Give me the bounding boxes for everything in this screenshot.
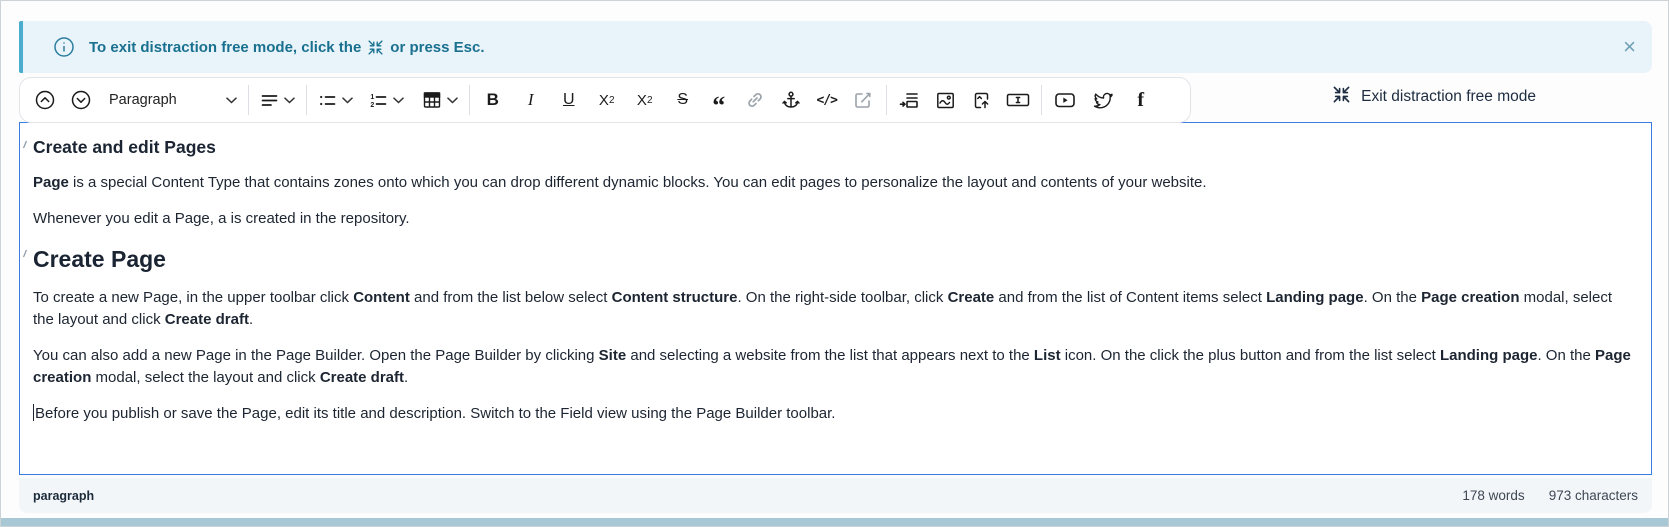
toolbar-divider [469, 85, 470, 115]
exit-hint-banner: To exit distraction free mode, click the… [19, 21, 1652, 73]
chevron-down-icon [447, 97, 458, 104]
link-icon [745, 90, 765, 110]
move-down-button[interactable] [66, 83, 96, 117]
embed-facebook-button[interactable]: f [1126, 83, 1156, 117]
italic-button[interactable]: I [516, 83, 546, 117]
align-left-icon [260, 91, 279, 110]
numbered-list-dropdown[interactable]: 1 2 [366, 83, 407, 117]
editor-paragraph[interactable]: Before you publish or save the Page, edi… [33, 403, 1633, 425]
subscript-digit: 2 [609, 95, 615, 106]
underline-button[interactable]: U [554, 83, 584, 117]
toolbar-divider [886, 85, 887, 115]
bold-button[interactable]: B [478, 83, 508, 117]
toolbar-divider [248, 85, 249, 115]
distraction-free-editor: To exit distraction free mode, click the… [0, 0, 1669, 527]
insert-block-icon [899, 90, 920, 111]
svg-text:2: 2 [370, 102, 374, 109]
insert-field-button[interactable] [1003, 83, 1033, 117]
upload-image-button[interactable] [967, 83, 997, 117]
insert-table-dropdown[interactable] [419, 83, 461, 117]
youtube-icon [1054, 90, 1076, 110]
exit-distraction-free-button[interactable]: Exit distraction free mode [1332, 85, 1536, 109]
bulleted-list-dropdown[interactable] [315, 83, 356, 117]
editor-paragraph[interactable]: You can also add a new Page in the Page … [33, 345, 1633, 389]
word-count: 178 words [1462, 488, 1524, 503]
block-quote-button[interactable]: “ [704, 83, 734, 117]
collapse-icon [1332, 85, 1351, 109]
banner-message: To exit distraction free mode, click the… [89, 39, 485, 56]
bottom-accent-strip [1, 518, 1668, 526]
info-icon [53, 36, 75, 58]
editor-heading[interactable]: Create Page [33, 246, 1633, 273]
superscript-base: X [637, 92, 647, 109]
anchor-button[interactable] [776, 83, 806, 117]
superscript-digit: 2 [647, 95, 653, 106]
insert-content-button[interactable] [895, 83, 925, 117]
character-count: 973 characters [1549, 488, 1638, 503]
chevron-down-icon [393, 97, 404, 104]
image-upload-icon [971, 90, 992, 111]
subscript-base: X [599, 92, 609, 109]
editor-paragraph[interactable]: Page is a special Content Type that cont… [33, 172, 1633, 194]
superscript-button[interactable]: X2 [630, 83, 660, 117]
anchor-icon [781, 90, 801, 110]
heading-marker [22, 140, 28, 149]
heading-marker [22, 249, 28, 258]
subscript-button[interactable]: X2 [592, 83, 622, 117]
paragraph-style-dropdown[interactable]: Paragraph [106, 83, 240, 117]
insert-image-button[interactable] [931, 83, 961, 117]
move-up-button[interactable] [30, 83, 60, 117]
chevron-down-icon [284, 97, 295, 104]
image-icon [935, 90, 956, 111]
editor-heading[interactable]: Create and edit Pages [33, 137, 1633, 158]
text-alignment-dropdown[interactable] [257, 83, 298, 117]
text-cursor [33, 404, 34, 421]
editor-toolbar: Paragraph [19, 77, 1191, 123]
bulleted-list-icon [318, 91, 337, 110]
exit-distraction-free-label: Exit distraction free mode [1361, 88, 1536, 106]
input-field-icon [1006, 90, 1030, 110]
editor-paragraph[interactable]: Whenever you edit a Page, a is created i… [33, 208, 1633, 230]
link-button[interactable] [740, 83, 770, 117]
edit-icon [853, 90, 873, 110]
editor-paragraph[interactable]: To create a new Page, in the upper toolb… [33, 287, 1633, 331]
edit-source-button[interactable] [848, 83, 878, 117]
close-icon[interactable]: × [1623, 36, 1636, 58]
table-icon [422, 90, 442, 110]
chevron-down-icon [226, 97, 237, 104]
embed-youtube-button[interactable] [1050, 83, 1080, 117]
paragraph-style-label: Paragraph [109, 92, 177, 108]
code-block-button[interactable]: </> [812, 83, 842, 117]
editor-content-area[interactable]: Create and edit Pages Page is a special … [19, 122, 1652, 475]
svg-text:1: 1 [370, 94, 374, 101]
current-block-type-label: paragraph [33, 489, 94, 503]
toolbar-divider [306, 85, 307, 115]
counters: 178 words 973 characters [1462, 488, 1638, 503]
chevron-down-icon [342, 97, 353, 104]
collapse-icon [367, 39, 384, 56]
embed-twitter-button[interactable] [1088, 83, 1118, 117]
toolbar-divider [1041, 85, 1042, 115]
editor-status-bar: paragraph 178 words 973 characters [19, 478, 1652, 513]
strikethrough-button[interactable]: S [668, 83, 698, 117]
twitter-icon [1092, 90, 1114, 110]
numbered-list-icon: 1 2 [369, 91, 388, 110]
